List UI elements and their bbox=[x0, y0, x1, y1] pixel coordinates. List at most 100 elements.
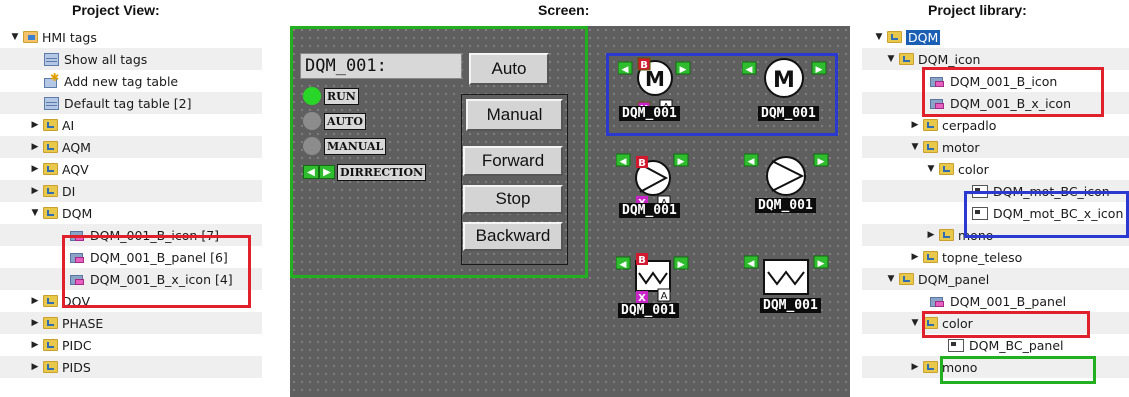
status-label: DIRRECTION bbox=[337, 163, 427, 181]
hmi-screen-canvas[interactable]: DQM_001: Auto RUN AUTO MANUAL ◀ ▶ DIRRECTI… bbox=[290, 26, 850, 397]
svg-text:M: M bbox=[773, 68, 795, 93]
backward-button[interactable]: Backward bbox=[463, 222, 563, 251]
manual-button[interactable]: Manual bbox=[466, 99, 563, 131]
expand-arrow[interactable]: ▶ bbox=[30, 120, 40, 130]
status-label: MANUAL bbox=[324, 137, 387, 155]
library-tree: ▼ DQM ▼ DQM_icon DQM_001_B_icon DQM_001_B_… bbox=[862, 26, 1129, 397]
expand-arrow[interactable]: ▶ bbox=[910, 252, 920, 262]
table-icon bbox=[44, 52, 59, 66]
svg-text:B: B bbox=[638, 158, 646, 169]
heater-b-x-icon[interactable]: ◀ ▶ B X A bbox=[616, 251, 690, 311]
tree-label: Default tag table [2] bbox=[64, 95, 192, 111]
red-highlight-box bbox=[922, 67, 1104, 117]
tree-label: AQV bbox=[62, 161, 89, 177]
tree-item-aqm[interactable]: ▶ AQM bbox=[0, 136, 262, 158]
lib-item-dqm[interactable]: ▼ DQM bbox=[862, 26, 1129, 48]
auto-button[interactable]: Auto bbox=[469, 53, 549, 85]
tree-item-show-all-tags[interactable]: Show all tags bbox=[0, 48, 262, 70]
folder-icon bbox=[43, 339, 58, 351]
expand-arrow[interactable]: ▼ bbox=[886, 54, 896, 64]
expand-arrow[interactable]: ▶ bbox=[30, 318, 40, 328]
svg-text:◀: ◀ bbox=[620, 260, 627, 270]
expand-arrow[interactable]: ▶ bbox=[30, 186, 40, 196]
expand-arrow[interactable]: ▼ bbox=[10, 32, 20, 42]
tree-label: AQM bbox=[62, 139, 91, 155]
tree-label: PIDS bbox=[62, 359, 91, 375]
faceplate-panel[interactable]: DQM_001: Auto RUN AUTO MANUAL ◀ ▶ DIRRECTI… bbox=[290, 26, 588, 278]
expand-arrow[interactable]: ▼ bbox=[30, 208, 40, 218]
tree-item-hmi-tags[interactable]: ▼ HMI tags bbox=[10, 26, 262, 48]
symbol-label: DQM_001 bbox=[618, 303, 679, 318]
tree-item-default-tag-table[interactable]: Default tag table [2] bbox=[0, 92, 262, 114]
symbol-label: DQM_001 bbox=[755, 198, 816, 213]
table-icon bbox=[44, 96, 59, 110]
symbol-label: DQM_001 bbox=[760, 298, 821, 313]
symbol-label: DQM_001 bbox=[758, 106, 819, 121]
lib-item-dqm-panel[interactable]: ▼ DQM_panel bbox=[862, 268, 1129, 290]
lib-item-color[interactable]: ▼ color bbox=[862, 158, 1129, 180]
pump-icon[interactable]: ◀ ▶ bbox=[744, 150, 830, 202]
folder-icon bbox=[923, 141, 938, 153]
status-run: RUN bbox=[303, 86, 359, 106]
symbol-label: DQM_001 bbox=[619, 106, 680, 121]
faceplate-header: DQM_001: bbox=[300, 53, 462, 79]
folder-icon bbox=[899, 53, 914, 65]
stop-button[interactable]: Stop bbox=[463, 185, 563, 214]
lib-item-dqm-001-b-panel[interactable]: DQM_001_B_panel bbox=[862, 290, 1129, 312]
red-highlight-box bbox=[922, 311, 1090, 338]
expand-arrow[interactable]: ▼ bbox=[886, 274, 896, 284]
expand-arrow[interactable]: ▼ bbox=[910, 142, 920, 152]
expand-arrow[interactable]: ▶ bbox=[926, 230, 936, 240]
symbol-label: DQM_001 bbox=[619, 203, 680, 218]
expand-arrow[interactable]: ▼ bbox=[874, 32, 884, 42]
tree-label: HMI tags bbox=[42, 29, 97, 45]
expand-arrow[interactable]: ▶ bbox=[30, 296, 40, 306]
expand-arrow[interactable]: ▶ bbox=[30, 164, 40, 174]
folder-icon bbox=[887, 31, 902, 43]
expand-arrow[interactable]: ▶ bbox=[30, 340, 40, 350]
status-auto: AUTO bbox=[303, 111, 366, 131]
expand-arrow[interactable]: ▶ bbox=[910, 362, 920, 372]
tree-label: color bbox=[958, 161, 989, 177]
svg-text:▶: ▶ bbox=[816, 65, 823, 75]
lib-item-topne-teleso[interactable]: ▶ topne_teleso bbox=[862, 246, 1129, 268]
lib-item-cerpadlo[interactable]: ▶ cerpadlo bbox=[862, 114, 1129, 136]
tree-item-phase[interactable]: ▶ PHASE bbox=[0, 312, 262, 334]
tree-item-aqv[interactable]: ▶ AQV bbox=[0, 158, 262, 180]
motor-icon[interactable]: ◀ ▶ M bbox=[742, 56, 828, 106]
folder-icon bbox=[939, 229, 954, 241]
heater-icon[interactable]: ◀ ▶ bbox=[744, 252, 830, 298]
tree-item-pids[interactable]: ▶ PIDS bbox=[0, 356, 262, 378]
expand-arrow[interactable]: ▶ bbox=[30, 362, 40, 372]
svg-text:◀: ◀ bbox=[620, 157, 627, 167]
direction-arrows-icon: ◀ ▶ bbox=[303, 165, 335, 179]
tree-label: DQM_001_B_panel bbox=[950, 293, 1067, 309]
expand-arrow[interactable]: ▶ bbox=[910, 120, 920, 130]
tree-item-di[interactable]: ▶ DI bbox=[0, 180, 262, 202]
forward-button[interactable]: Forward bbox=[463, 146, 563, 176]
expand-arrow[interactable]: ▼ bbox=[910, 318, 920, 328]
tree-label: PIDC bbox=[62, 337, 92, 353]
svg-text:▶: ▶ bbox=[818, 157, 825, 167]
svg-text:◀: ◀ bbox=[746, 65, 753, 75]
run-led bbox=[303, 87, 321, 105]
folder-icon bbox=[43, 119, 58, 131]
tree-label: Show all tags bbox=[64, 51, 148, 67]
svg-text:▶: ▶ bbox=[678, 260, 685, 270]
expand-arrow[interactable]: ▶ bbox=[30, 142, 40, 152]
tree-label: topne_teleso bbox=[942, 249, 1023, 265]
project-view-title: Project View: bbox=[72, 2, 160, 18]
folder-icon bbox=[923, 251, 938, 263]
tree-item-ai[interactable]: ▶ AI bbox=[0, 114, 262, 136]
tree-item-add-new-tag-table[interactable]: Add new tag table bbox=[0, 70, 262, 92]
svg-text:A: A bbox=[661, 291, 668, 302]
tree-label: DQM_BC_panel bbox=[969, 337, 1064, 353]
tree-item-pidc[interactable]: ▶ PIDC bbox=[0, 334, 262, 356]
tree-label: DQM_icon bbox=[918, 51, 981, 67]
lib-item-motor[interactable]: ▼ motor bbox=[862, 136, 1129, 158]
svg-text:B: B bbox=[640, 60, 648, 71]
hmi-folder-icon bbox=[23, 31, 38, 43]
tree-item-dqm[interactable]: ▼ DQM bbox=[0, 202, 262, 224]
expand-arrow[interactable]: ▼ bbox=[926, 164, 936, 174]
folder-icon bbox=[43, 361, 58, 373]
